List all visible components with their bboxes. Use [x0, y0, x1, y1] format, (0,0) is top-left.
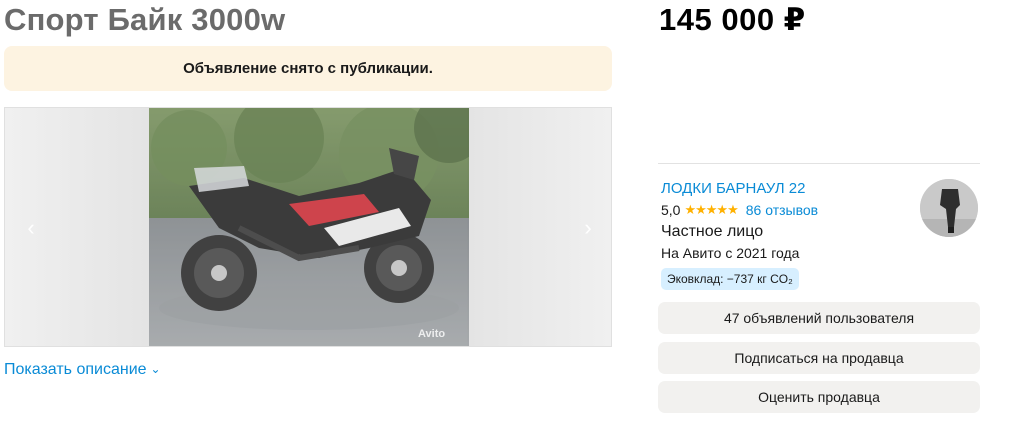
- chevron-down-icon: ⌄: [150, 362, 161, 376]
- reviews-link[interactable]: 86 отзывов: [746, 202, 818, 218]
- seller-since: На Авито с 2021 года: [661, 245, 800, 261]
- listing-photo[interactable]: [149, 108, 469, 346]
- chevron-left-icon: ‹: [27, 215, 35, 240]
- watermark-logo: Avito: [418, 328, 446, 340]
- chevron-right-icon: ›: [584, 215, 592, 240]
- seller-name-link[interactable]: ЛОДКИ БАРНАУЛ 22: [661, 180, 805, 197]
- photo-gallery[interactable]: ‹ › Avito: [4, 107, 612, 347]
- rating-stars-icon: ★★★★★: [684, 202, 738, 217]
- gallery-prev-button[interactable]: ‹: [21, 215, 41, 240]
- listing-title: Спорт Байк 3000w: [4, 2, 286, 37]
- unpublished-notice: Объявление снято с публикации.: [4, 46, 612, 91]
- listing-price: 145 000 ₽: [659, 2, 806, 37]
- gallery-next-button[interactable]: ›: [578, 215, 598, 240]
- notice-text: Объявление снято с публикации.: [183, 60, 433, 77]
- seller-type: Частное лицо: [661, 223, 764, 240]
- rate-seller-button[interactable]: Оценить продавца: [658, 381, 980, 413]
- seller-divider: [658, 163, 980, 164]
- motorcycle-photo: [149, 108, 469, 346]
- seller-avatar[interactable]: [920, 179, 978, 237]
- subscribe-seller-button[interactable]: Подписаться на продавца: [658, 342, 980, 374]
- seller-rating: 5,0 ★★★★★ 86 отзывов: [661, 202, 818, 218]
- show-description-link[interactable]: Показать описание ⌄: [4, 361, 161, 379]
- seller-listings-button[interactable]: 47 объявлений пользователя: [658, 302, 980, 334]
- show-description-label: Показать описание: [4, 361, 147, 378]
- boat-motor-avatar-icon: [920, 179, 978, 237]
- eco-badge: Эковклад: −737 кг CO₂: [661, 268, 799, 290]
- rating-value: 5,0: [661, 202, 681, 218]
